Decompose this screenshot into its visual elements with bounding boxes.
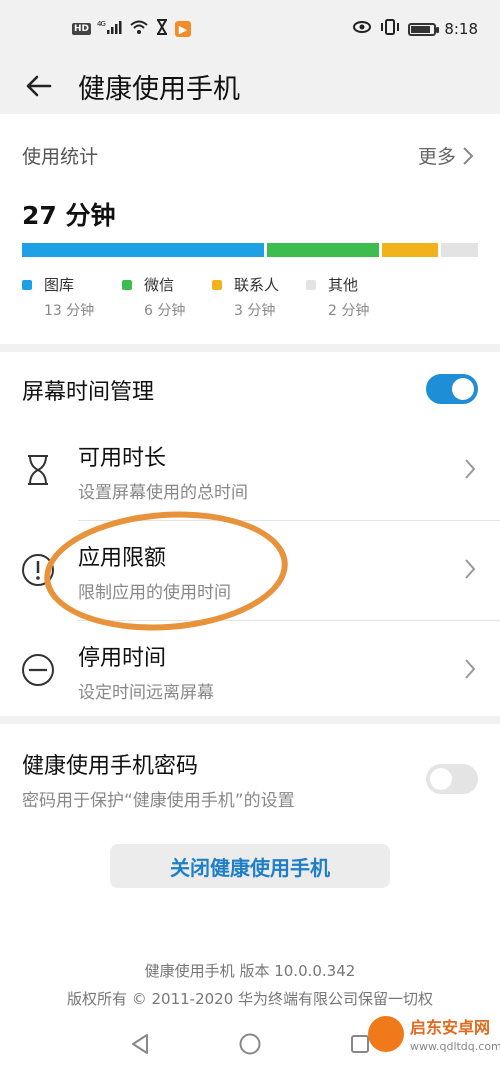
watermark-text: 启东安卓网 (410, 1018, 491, 1037)
legend-name: 其他 (328, 276, 359, 294)
list-item-app-limits[interactable]: 应用限额 限制应用的使用时间 (0, 520, 500, 620)
usage-bar (22, 243, 478, 257)
alert-circle-icon (20, 552, 56, 588)
watermark: 启东安卓网 www.qdltdq.com (366, 1008, 500, 1064)
version-text: 健康使用手机 版本 10.0.0.342 (144, 962, 356, 980)
4g-signal-icon: 4G (97, 19, 123, 39)
watermark-logo-icon (368, 1016, 404, 1052)
minus-circle-icon (20, 652, 56, 688)
chevron-right-icon (465, 459, 476, 479)
status-right: 8:18 (352, 19, 478, 39)
legend-dot (306, 280, 316, 290)
item-title: 可用时长 (78, 446, 167, 471)
wifi-icon (129, 19, 149, 39)
screen-time-card: 屏幕时间管理 可用时长 设置屏幕使用的总时间 应用限额 限制应用的使用时间 停用… (0, 352, 500, 716)
hourglass-icon (155, 19, 169, 39)
total-usage: 27 分钟 (22, 201, 116, 230)
usage-segment-wechat (267, 243, 379, 257)
item-desc: 设定时间远离屏幕 (78, 683, 214, 703)
password-desc: 密码用于保护“健康使用手机”的设置 (22, 791, 295, 811)
password-title: 健康使用手机密码 (22, 754, 199, 779)
screen-time-title: 屏幕时间管理 (22, 380, 155, 405)
item-title: 停用时间 (78, 646, 167, 671)
legend-value: 13 分钟 (44, 303, 95, 319)
item-desc: 限制应用的使用时间 (78, 583, 231, 603)
legend-name: 图库 (44, 276, 75, 294)
arrow-left-icon[interactable] (18, 66, 58, 106)
usage-stats-card: 使用统计 更多 27 分钟 图库 13 分钟 微信 6 分钟 联系人 3 分钟 … (0, 114, 500, 344)
usage-section-title: 使用统计 (22, 146, 99, 168)
legend-dot (122, 280, 132, 290)
list-item-downtime[interactable]: 停用时间 设定时间远离屏幕 (0, 620, 500, 720)
usage-segment-other (440, 243, 478, 257)
legend-value: 6 分钟 (144, 303, 186, 319)
list-item-available-time[interactable]: 可用时长 设置屏幕使用的总时间 (0, 420, 500, 520)
more-button[interactable]: 更多 (418, 142, 474, 169)
copyright-text: 版权所有 © 2011-2020 华为终端有限公司保留一切权 (66, 990, 434, 1008)
app-notification-icon: ▶ (175, 21, 192, 37)
item-desc: 设置屏幕使用的总时间 (78, 483, 248, 503)
legend-name: 微信 (144, 276, 175, 294)
chevron-right-icon (463, 146, 474, 165)
eye-icon (352, 20, 372, 38)
app-bar: 健康使用手机 (0, 58, 500, 114)
legend-value: 2 分钟 (328, 303, 370, 319)
clock: 8:18 (444, 20, 478, 38)
svg-text:4G: 4G (97, 20, 105, 28)
battery-level (411, 25, 430, 33)
screen-time-toggle[interactable] (426, 374, 478, 404)
legend-value: 3 分钟 (234, 303, 276, 319)
status-left: HD 4G ▶ (72, 19, 192, 39)
page-title: 健康使用手机 (78, 73, 240, 105)
battery-icon (408, 22, 440, 36)
close-health-button[interactable]: 关闭健康使用手机 (110, 844, 390, 888)
hd-badge: HD (72, 23, 92, 35)
item-title: 应用限额 (78, 546, 167, 571)
legend-name: 联系人 (234, 276, 280, 294)
toggle-knob (430, 768, 452, 790)
home-circle-icon[interactable] (230, 1024, 270, 1064)
chevron-right-icon (465, 559, 476, 579)
usage-segment-gallery (22, 243, 265, 257)
password-toggle[interactable] (426, 764, 478, 794)
watermark-url: www.qdltdq.com (410, 1040, 500, 1053)
chevron-right-icon (465, 659, 476, 679)
vibrate-icon (380, 19, 400, 39)
toggle-knob (452, 378, 474, 400)
hourglass-icon (20, 452, 56, 488)
back-triangle-icon[interactable] (120, 1024, 160, 1064)
usage-segment-contacts (381, 243, 438, 257)
status-bar: HD 4G ▶ 8:18 (0, 0, 500, 58)
legend-dot (22, 280, 32, 290)
legend-dot (212, 280, 222, 290)
more-label: 更多 (417, 146, 456, 168)
